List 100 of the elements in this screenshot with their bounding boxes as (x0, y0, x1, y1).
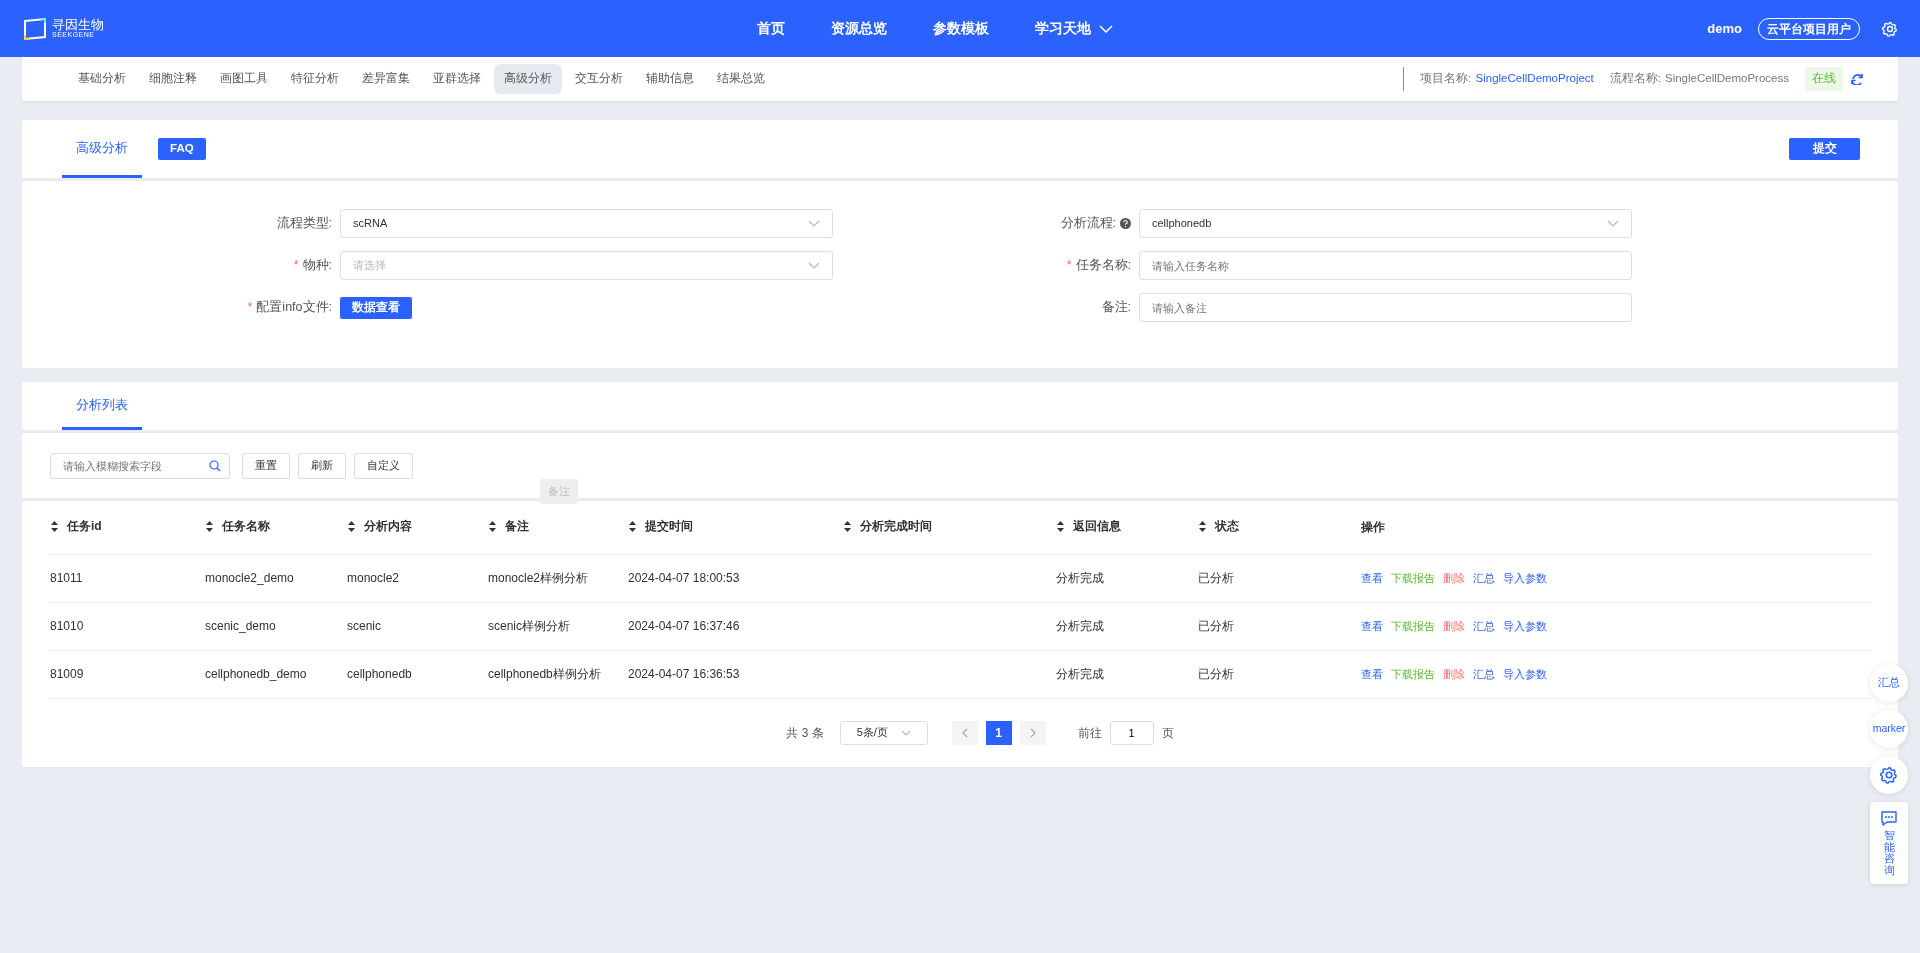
chat-icon (1880, 810, 1898, 826)
chevron-left-icon (961, 728, 968, 739)
table-cell: cellphonedb样例分析 (488, 667, 601, 681)
action-link[interactable]: 汇总 (1473, 665, 1495, 683)
table-cell: 81009 (50, 667, 84, 681)
table-cell: cellphonedb_demo (205, 667, 307, 681)
sort-icon[interactable] (628, 519, 637, 533)
help-icon[interactable] (1120, 218, 1131, 229)
brand-name: 寻因生物 (52, 17, 104, 31)
search-field[interactable]: 请输入模糊搜索字段 (50, 452, 230, 479)
column-header[interactable]: 任务id (67, 517, 102, 535)
module-tab[interactable]: 高级分析 (494, 64, 562, 94)
action-link[interactable]: 查看 (1361, 665, 1383, 683)
column-header[interactable]: 返回信息 (1073, 517, 1121, 535)
sort-icon[interactable] (843, 519, 852, 533)
view-data-button[interactable]: 数据查看 (340, 296, 412, 319)
nav-link[interactable]: 资源总览 (831, 18, 887, 39)
panel-tab[interactable]: 分析列表 (62, 382, 142, 430)
sort-icon[interactable] (205, 519, 214, 533)
submit-button[interactable]: 提交 (1789, 138, 1860, 160)
sort-icon[interactable] (50, 519, 59, 533)
field-label: 任务名称: (1075, 257, 1131, 275)
input-field[interactable]: 请输入任务名称 (1139, 251, 1632, 280)
column-header: 操作 (1361, 519, 1385, 537)
column-header[interactable]: 分析内容 (364, 517, 412, 535)
settings-button[interactable] (1870, 756, 1908, 794)
select-field[interactable]: scRNA (340, 209, 833, 238)
nav-link[interactable]: 首页 (757, 18, 785, 39)
search-icon[interactable] (209, 459, 221, 472)
column-header[interactable]: 分析完成时间 (860, 517, 932, 535)
module-tab[interactable]: 辅助信息 (636, 64, 704, 94)
table-cell: 已分析 (1198, 619, 1234, 633)
page-size-select[interactable]: 5条/页 (839, 720, 928, 745)
process-label: 流程名称: (1609, 71, 1661, 87)
module-tab[interactable]: 亚群选择 (423, 64, 491, 94)
action-link[interactable]: 导入参数 (1503, 569, 1547, 587)
table-cell: monocle2 (347, 571, 400, 585)
page-input[interactable]: 1 (1109, 720, 1154, 745)
sort-icon[interactable] (347, 519, 356, 533)
required-mark: * (247, 299, 253, 317)
column-header[interactable]: 备注 (505, 517, 529, 535)
action-link[interactable]: 导入参数 (1503, 617, 1547, 635)
project-label: 项目名称: (1420, 71, 1472, 87)
page-unit: 页 (1161, 724, 1174, 742)
toolbar-button[interactable]: 自定义 (354, 452, 413, 479)
module-tab[interactable]: 特征分析 (281, 64, 349, 94)
nav-link[interactable]: 参数模板 (933, 18, 989, 39)
module-tab[interactable]: 结果总览 (707, 64, 775, 94)
module-tab[interactable]: 差异富集 (352, 64, 420, 94)
column-header[interactable]: 状态 (1215, 517, 1239, 535)
table-cell: scenic_demo (205, 619, 276, 633)
field-label: 流程类型: (276, 215, 332, 233)
chevron-right-icon (1029, 728, 1036, 739)
table-cell: monocle2样例分析 (488, 571, 589, 585)
action-link[interactable]: 汇总 (1473, 569, 1495, 587)
logo-icon (22, 16, 48, 41)
table-cell: 2024-04-07 18:00:53 (628, 571, 740, 585)
process-name: SingleCellDemoProcess (1665, 71, 1789, 87)
column-header[interactable]: 任务名称 (222, 517, 270, 535)
table-cell: 分析完成 (1056, 667, 1104, 681)
table-cell: cellphonedb (347, 667, 412, 681)
input-field[interactable]: 请输入备注 (1139, 293, 1632, 322)
total-count: 共 3 条 (786, 724, 824, 742)
field-label: 分析流程: (1060, 215, 1116, 233)
sort-icon[interactable] (1056, 519, 1065, 533)
action-link[interactable]: 导入参数 (1503, 665, 1547, 683)
action-link[interactable]: 删除 (1443, 569, 1465, 587)
chat-button[interactable]: 智能咨询 (1870, 802, 1908, 885)
status-tag: 在线 (1805, 67, 1843, 91)
action-link[interactable]: 查看 (1361, 569, 1383, 587)
module-tab[interactable]: 细胞注释 (139, 64, 207, 94)
table-cell: scenic样例分析 (488, 619, 570, 633)
module-tab[interactable]: 画图工具 (210, 64, 278, 94)
nav-link[interactable]: 学习天地 (1035, 18, 1113, 39)
module-tab[interactable]: 交互分析 (565, 64, 633, 94)
panel-tab[interactable]: 高级分析 (62, 120, 142, 178)
chevron-icon (900, 729, 911, 736)
sort-icon[interactable] (488, 519, 497, 533)
settings-icon[interactable] (1882, 20, 1898, 37)
sort-icon[interactable] (1198, 519, 1207, 533)
toolbar-button[interactable]: 刷新 (298, 452, 346, 479)
column-header[interactable]: 提交时间 (645, 517, 693, 535)
select-field[interactable]: cellphonedb (1139, 209, 1632, 238)
user-name[interactable]: demo (1707, 18, 1742, 39)
toolbar-button[interactable]: 重置 (242, 452, 290, 479)
module-tab[interactable]: 基础分析 (68, 64, 136, 94)
table-cell: 已分析 (1198, 571, 1234, 585)
field-label: 物种: (302, 257, 332, 275)
action-link[interactable]: 查看 (1361, 617, 1383, 635)
required-mark: * (1066, 257, 1072, 275)
page-button[interactable]: 1 (985, 720, 1012, 745)
refresh-icon[interactable] (1851, 73, 1863, 85)
faq-button[interactable]: FAQ (158, 138, 206, 160)
action-link[interactable]: 删除 (1443, 665, 1465, 683)
action-link[interactable]: 删除 (1443, 617, 1465, 635)
chevron-icon (1607, 220, 1619, 227)
table-cell: 81010 (50, 619, 84, 633)
action-link[interactable]: 汇总 (1473, 617, 1495, 635)
field-label: 配置info文件: (256, 299, 332, 317)
table-cell: 2024-04-07 16:36:53 (628, 667, 740, 681)
